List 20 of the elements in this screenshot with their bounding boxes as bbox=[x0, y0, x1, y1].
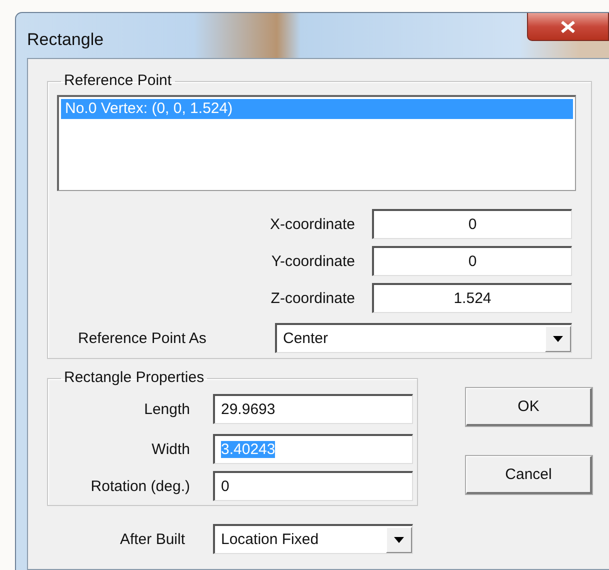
field-label: Y-coordinate bbox=[270, 252, 355, 270]
cancel-button[interactable]: Cancel bbox=[466, 456, 592, 494]
group-title: Rectangle Properties bbox=[63, 370, 206, 386]
input-field[interactable]: 0 bbox=[213, 471, 413, 501]
dropdown[interactable]: Location Fixed bbox=[213, 524, 413, 554]
field-label: Length bbox=[143, 400, 190, 418]
ok-button[interactable]: OK bbox=[466, 388, 592, 426]
group-title: Reference Point bbox=[63, 73, 173, 89]
input-field[interactable]: 29.9693 bbox=[213, 394, 413, 424]
field-label: Z-coordinate bbox=[270, 290, 355, 306]
window-title: Rectangle bbox=[27, 30, 104, 50]
field-label: Reference Point As bbox=[78, 330, 208, 346]
field-label: Width bbox=[150, 440, 190, 458]
input-field[interactable]: 1.524 bbox=[372, 283, 572, 313]
field-label: Rotation (deg.) bbox=[90, 478, 190, 494]
field-label: After Built bbox=[118, 530, 185, 548]
field-label: X-coordinate bbox=[268, 216, 355, 232]
input-field[interactable]: 0 bbox=[372, 246, 572, 276]
input-field[interactable]: 0 bbox=[372, 209, 572, 239]
dropdown[interactable]: Center bbox=[275, 323, 572, 353]
